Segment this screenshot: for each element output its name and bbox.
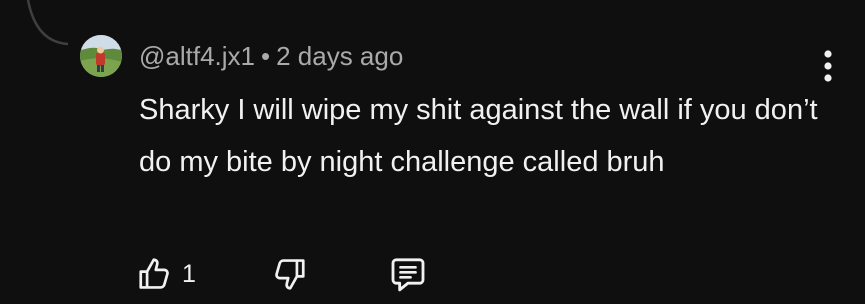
- comment-timestamp[interactable]: 2 days ago: [276, 41, 403, 71]
- author-handle[interactable]: @altf4.jx1: [139, 41, 255, 71]
- avatar[interactable]: [80, 35, 122, 77]
- like-button[interactable]: 1: [136, 252, 196, 296]
- reply-button[interactable]: [388, 252, 428, 296]
- dislike-button[interactable]: [270, 252, 308, 296]
- reply-icon: [391, 258, 425, 292]
- avatar-image: [80, 35, 122, 77]
- like-count: 1: [182, 259, 196, 288]
- thumbs-down-icon: [275, 259, 305, 290]
- meta-separator: •: [261, 41, 271, 71]
- comment-meta: @altf4.jx1 • 2 days ago: [139, 40, 403, 72]
- comment-text: Sharky I will wipe my shit against the w…: [139, 94, 818, 178]
- thread-connector-line: [26, 0, 69, 46]
- more-options-button[interactable]: [812, 46, 844, 86]
- comment-reply: @altf4.jx1 • 2 days ago Sharky I will wipe…: [0, 0, 865, 304]
- more-vert-icon: [824, 50, 832, 82]
- thumbs-up-icon: [139, 258, 169, 289]
